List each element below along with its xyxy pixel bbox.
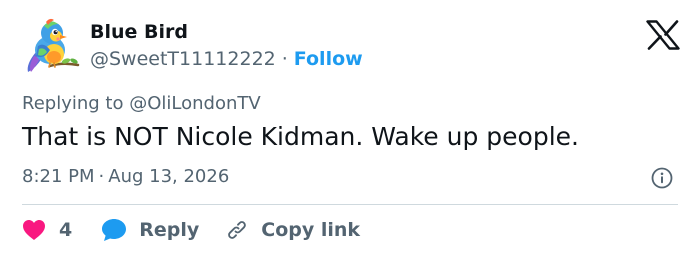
separator-dot: · (98, 166, 105, 187)
reply-context-mention[interactable]: @OliLondonTV (129, 93, 260, 114)
x-logo-icon[interactable] (646, 20, 680, 50)
speech-bubble-icon (102, 219, 127, 241)
follow-button[interactable]: Follow (294, 48, 363, 70)
author-handle[interactable]: @SweetT11112222 (90, 48, 276, 70)
like-count: 4 (59, 219, 73, 241)
separator-dot: · (281, 48, 288, 70)
bird-avatar-image (27, 18, 80, 72)
tweet-time: 8:21 PM (22, 166, 95, 187)
copy-link-label: Copy link (261, 219, 361, 241)
tweet-timestamp[interactable]: 8:21 PM · Aug 13, 2026 (22, 166, 229, 187)
copy-link-button[interactable]: Copy link (225, 218, 360, 242)
like-button[interactable]: 4 (22, 219, 72, 241)
heart-icon (23, 220, 45, 240)
author-handle-row: @SweetT11112222 · Follow (90, 48, 363, 70)
tweet-date: Aug 13, 2026 (108, 166, 230, 187)
avatar[interactable] (22, 16, 82, 76)
reply-context-prefix: Replying to (22, 93, 124, 114)
tweet-text: That is NOT Nicole Kidman. Wake up peopl… (22, 122, 579, 151)
reply-button[interactable]: Reply (101, 218, 199, 242)
reply-context: Replying to @OliLondonTV (22, 93, 261, 114)
reply-label: Reply (139, 219, 200, 241)
info-icon[interactable] (651, 167, 673, 189)
divider (22, 204, 678, 205)
author-display-name[interactable]: Blue Bird (90, 21, 188, 43)
link-icon (228, 221, 247, 239)
action-bar: 4 Reply Copy link (22, 216, 360, 244)
